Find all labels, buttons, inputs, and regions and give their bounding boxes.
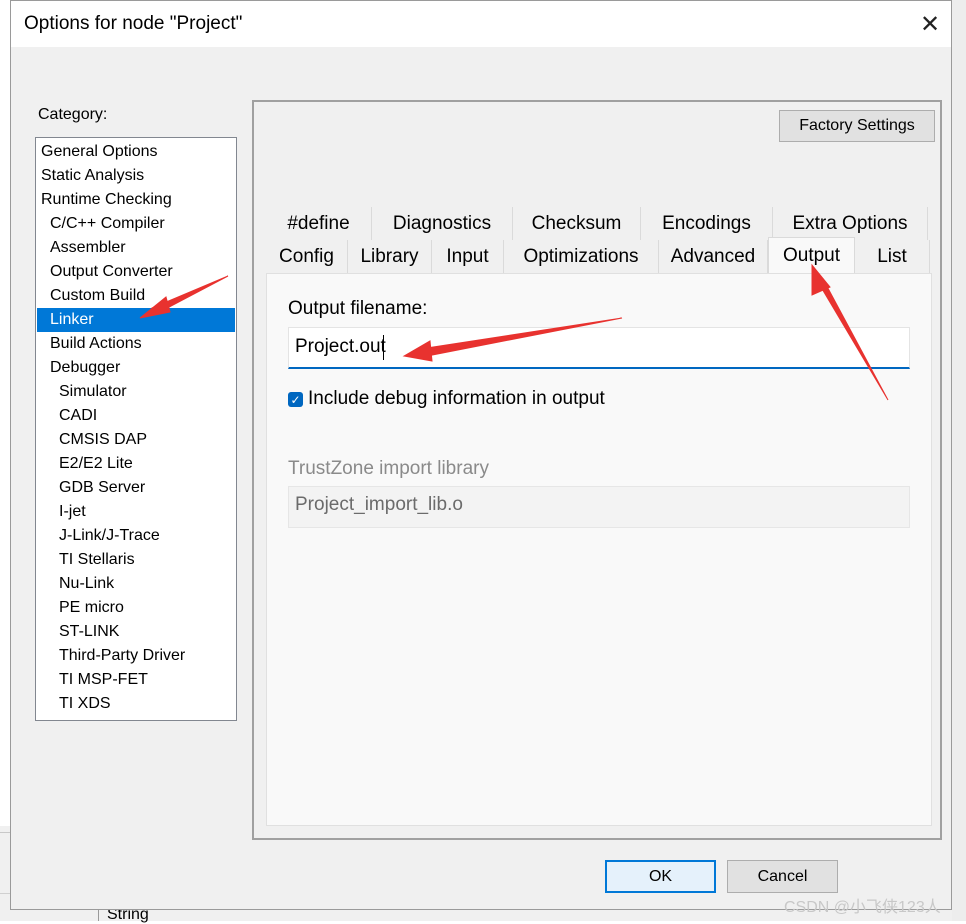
watermark: CSDN @小飞侠123人	[784, 899, 941, 916]
arrow-to-linker-head	[139, 296, 171, 319]
arrow-to-filename-head	[402, 340, 433, 362]
arrow-to-filename	[419, 317, 623, 358]
arrow-to-output-tab	[817, 278, 889, 401]
annotation-arrows	[139, 263, 889, 401]
